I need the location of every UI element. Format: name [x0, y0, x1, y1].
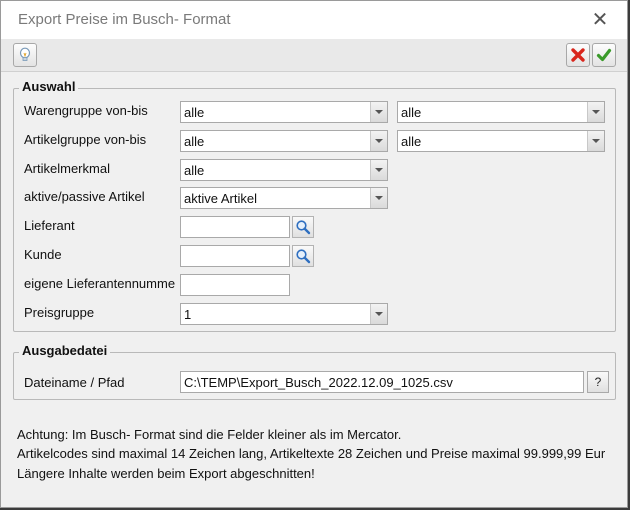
lightbulb-icon [19, 47, 31, 61]
dateiname-help-button[interactable]: ? [587, 371, 609, 393]
warengruppe-to-select[interactable]: alle [397, 101, 605, 123]
auswahl-group: Auswahl Warengruppe von-bis alle alle Ar… [13, 79, 616, 332]
window-title: Export Preise im Busch- Format [18, 11, 231, 28]
dateiname-input[interactable]: C:\TEMP\Export_Busch_2022.12.09_1025.csv [180, 371, 584, 393]
eigene-lieferantennummer-label: eigene Lieferantennumme [24, 276, 176, 291]
dialog-content: Auswahl Warengruppe von-bis alle alle Ar… [1, 72, 627, 507]
lieferant-label: Lieferant [24, 218, 75, 233]
artikelgruppe-from-value: alle [184, 134, 205, 149]
artikelmerkmal-value: alle [184, 163, 205, 178]
chevron-down-icon[interactable] [370, 131, 387, 151]
kunde-search-button[interactable] [292, 245, 314, 267]
ausgabedatei-title: Ausgabedatei [19, 343, 111, 358]
ausgabedatei-group: Ausgabedatei Dateiname / Pfad C:\TEMP\Ex… [13, 343, 616, 400]
export-dialog: Export Preise im Busch- Format ✕ Auswahl [0, 0, 628, 508]
title-bar: Export Preise im Busch- Format ✕ [1, 1, 627, 39]
hint-button[interactable] [13, 43, 37, 67]
kunde-label: Kunde [24, 247, 62, 262]
artikelgruppe-label: Artikelgruppe von-bis [24, 132, 147, 147]
close-icon[interactable]: ✕ [585, 7, 615, 33]
aktiv-value: aktive Artikel [184, 191, 257, 206]
warengruppe-label: Warengruppe von-bis [24, 103, 148, 118]
preisgruppe-value: 1 [184, 307, 192, 322]
artikelmerkmal-select[interactable]: alle [180, 159, 388, 181]
warengruppe-from-value: alle [184, 105, 205, 120]
preisgruppe-label: Preisgruppe [24, 305, 95, 320]
dateiname-label: Dateiname / Pfad [24, 375, 125, 390]
chevron-down-icon[interactable] [370, 188, 387, 208]
eigene-lieferantennummer-input[interactable] [180, 274, 290, 296]
chevron-down-icon[interactable] [587, 131, 604, 151]
artikelgruppe-to-select[interactable]: alle [397, 130, 605, 152]
warengruppe-from-select[interactable]: alle [180, 101, 388, 123]
chevron-down-icon[interactable] [370, 102, 387, 122]
chevron-down-icon[interactable] [587, 102, 604, 122]
warengruppe-to-value: alle [401, 105, 422, 120]
auswahl-title: Auswahl [19, 79, 79, 94]
chevron-down-icon[interactable] [370, 304, 387, 324]
green-check-icon [596, 48, 612, 62]
confirm-button[interactable] [592, 43, 616, 67]
toolbar [1, 39, 627, 72]
chevron-down-icon[interactable] [370, 160, 387, 180]
note-line-2: Artikelcodes sind maximal 14 Zeichen lan… [17, 446, 606, 461]
cancel-button[interactable] [566, 43, 590, 67]
search-icon [296, 220, 311, 235]
artikelgruppe-from-select[interactable]: alle [180, 130, 388, 152]
note-line-3: Längere Inhalte werden beim Export abges… [17, 466, 315, 481]
artikelgruppe-to-value: alle [401, 134, 422, 149]
dateiname-value: C:\TEMP\Export_Busch_2022.12.09_1025.csv [184, 375, 453, 390]
lieferant-input[interactable] [180, 216, 290, 238]
kunde-input[interactable] [180, 245, 290, 267]
artikelmerkmal-label: Artikelmerkmal [24, 161, 110, 176]
lieferant-search-button[interactable] [292, 216, 314, 238]
preisgruppe-select[interactable]: 1 [180, 303, 388, 325]
aktiv-label: aktive/passive Artikel [24, 189, 145, 204]
search-icon [296, 249, 311, 264]
aktiv-select[interactable]: aktive Artikel [180, 187, 388, 209]
red-x-icon [571, 48, 585, 62]
note-line-1: Achtung: Im Busch- Format sind die Felde… [17, 427, 402, 442]
